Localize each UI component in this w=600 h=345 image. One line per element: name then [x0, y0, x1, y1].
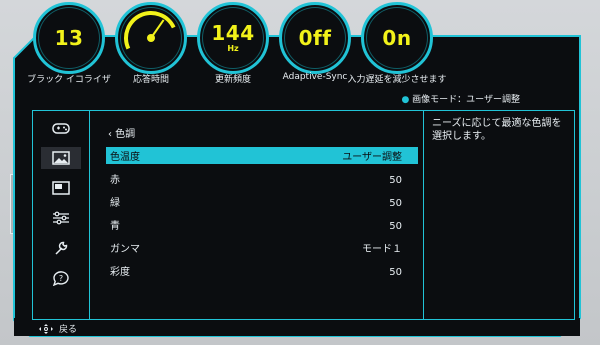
wrench-icon [55, 241, 68, 255]
gauge-label-adaptive-sync: Adaptive-Sync [282, 72, 348, 82]
joystick-arrows-icon [39, 323, 53, 334]
gauge-response-time[interactable] [115, 2, 187, 74]
setting-row-saturation[interactable]: 彩度 50 [106, 262, 418, 285]
setting-value: ユーザー調整 [342, 152, 402, 163]
sidebar-item-system[interactable] [41, 207, 81, 229]
gauge-unit: Hz [227, 44, 239, 53]
osd-footer: 戻る [14, 318, 580, 340]
gauge-label-response-time: 応答時間 [132, 75, 170, 85]
sidebar-item-picture[interactable] [41, 147, 81, 169]
setting-value: 50 [389, 267, 402, 278]
osd-menu: 13 ブラック イコライザ 応答時間 144 Hz 更新頻度 0ff Adapt… [0, 0, 600, 345]
setting-label: 赤 [110, 175, 120, 186]
setting-label: 彩度 [110, 267, 130, 278]
setting-label: 青 [110, 221, 120, 232]
settings-panel: ‹ 色調 色温度 ユーザー調整 赤 50 緑 50 青 50 ガンマ モード１ … [89, 110, 425, 320]
gamepad-icon [52, 123, 70, 134]
setting-row-color-temperature[interactable]: 色温度 ユーザー調整 [106, 147, 418, 170]
help-panel: ニーズに応じて最適な色調を選択します。 [423, 110, 575, 320]
sidebar-item-screen[interactable] [41, 177, 81, 199]
setting-row-red[interactable]: 赤 50 [106, 170, 418, 193]
category-sidebar: ? [32, 110, 89, 320]
setting-value: 50 [389, 175, 402, 186]
sidebar-item-help[interactable]: ? [41, 267, 81, 289]
setting-row-green[interactable]: 緑 50 [106, 193, 418, 216]
setting-label: ガンマ [110, 244, 140, 255]
screen-icon [52, 181, 70, 195]
breadcrumb[interactable]: ‹ 色調 [108, 125, 135, 140]
picture-mode-text: ● 画像モード：ユーザー調整 [401, 92, 520, 105]
gauge-adaptive-sync[interactable]: 0ff [279, 2, 351, 74]
help-icon: ? [52, 271, 69, 286]
gauge-input-lag[interactable]: 0n [361, 2, 433, 74]
svg-text:?: ? [59, 274, 63, 283]
sliders-icon [53, 211, 69, 225]
back-label: 戻る [59, 325, 78, 335]
response-hub-icon [147, 34, 155, 42]
picture-mode-label: 画像モード：ユーザー調整 [412, 95, 520, 105]
setting-value: モード１ [362, 244, 402, 255]
gauge-value: 13 [54, 26, 84, 50]
mode-bullet-icon: ● [401, 95, 410, 105]
sidebar-item-support[interactable] [41, 237, 81, 259]
gauge-refresh-rate[interactable]: 144 Hz [197, 2, 269, 74]
gauge-value: 0n [382, 26, 412, 50]
gauge-label-refresh-rate: 更新頻度 [214, 75, 252, 85]
setting-label: 色温度 [110, 152, 140, 163]
quick-gauges: 13 ブラック イコライザ 応答時間 144 Hz 更新頻度 0ff Adapt… [0, 0, 600, 90]
setting-value: 50 [389, 198, 402, 209]
settings-list: 色温度 ユーザー調整 赤 50 緑 50 青 50 ガンマ モード１ 彩度 50 [106, 147, 418, 285]
picture-mode-bar: ● 画像モード：ユーザー調整 [14, 90, 580, 106]
gauge-label-input-lag: 入力遅延を減少させます [347, 75, 447, 85]
help-text: ニーズに応じて最適な色調を選択します。 [432, 118, 562, 142]
back-button[interactable]: 戻る [38, 322, 77, 335]
gauge-label-black-equalizer: ブラック イコライザ [27, 75, 111, 85]
setting-row-blue[interactable]: 青 50 [106, 216, 418, 239]
sidebar-item-game[interactable] [41, 117, 81, 139]
gauge-value: 144 [211, 21, 255, 45]
gauge-value: 0ff [298, 26, 332, 50]
setting-row-gamma[interactable]: ガンマ モード１ [106, 239, 418, 262]
monitor-screen: 13 ブラック イコライザ 応答時間 144 Hz 更新頻度 0ff Adapt… [0, 0, 600, 345]
setting-value: 50 [389, 221, 402, 232]
setting-label: 緑 [110, 198, 120, 209]
gauge-black-equalizer[interactable]: 13 [33, 2, 105, 74]
picture-icon [52, 151, 70, 165]
